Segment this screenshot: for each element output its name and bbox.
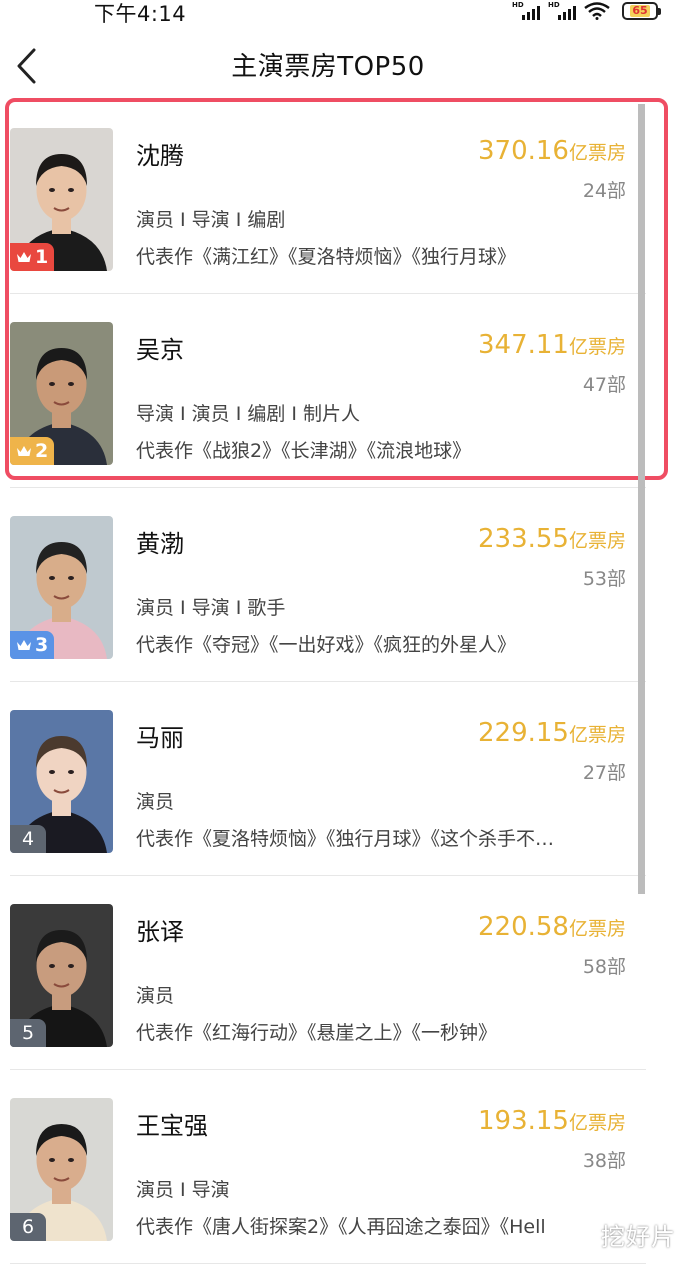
actor-roles: 演员 bbox=[136, 985, 175, 1007]
representative-works: 代表作《唐人街探案2》《人再囧途之泰囧》《Hell bbox=[136, 1216, 546, 1238]
status-icons: HD HD 65 bbox=[512, 1, 661, 20]
actor-avatar[interactable]: 1 bbox=[10, 128, 113, 271]
rank-badge: 5 bbox=[10, 1019, 46, 1047]
signal-icon: HD bbox=[548, 1, 576, 20]
actor-row[interactable]: 4 马丽 229.15亿票房 27部演员代表作《夏洛特烦恼》《独行月球》《这个杀手不… bbox=[10, 682, 646, 876]
actor-name: 马丽 bbox=[136, 724, 184, 752]
actor-row[interactable]: 6 王宝强 193.15亿票房 38部演员 I 导演代表作《唐人街探案2》《人再囧途之… bbox=[10, 1070, 646, 1264]
rank-number: 6 bbox=[21, 1216, 35, 1238]
actor-row[interactable]: 5 张译 220.58亿票房 58部演员代表作《红海行动》《悬崖之上》《一秒钟》 bbox=[10, 876, 646, 1070]
box-office-value: 233.55 bbox=[478, 524, 569, 554]
watermark: 挖好片 bbox=[601, 1223, 676, 1251]
actor-row[interactable]: 2 吴京 347.11亿票房 47部导演 I 演员 I 编剧 I 制片人代表作《战狼2… bbox=[10, 294, 646, 488]
actor-avatar[interactable]: 6 bbox=[10, 1098, 113, 1241]
crown-icon bbox=[17, 251, 31, 262]
box-office-unit: 亿票房 bbox=[568, 336, 626, 358]
scrollbar[interactable] bbox=[638, 104, 645, 894]
status-bar: 下午4:14 HD HD 65 bbox=[0, 0, 686, 26]
box-office: 220.58亿票房 bbox=[478, 912, 626, 942]
representative-works: 代表作《满江红》《夏洛特烦恼》《独行月球》 bbox=[136, 246, 517, 268]
page-title: 主演票房TOP50 bbox=[231, 52, 425, 82]
box-office-unit: 亿票房 bbox=[568, 530, 626, 552]
box-office: 229.15亿票房 bbox=[478, 718, 626, 748]
rank-badge: 2 bbox=[10, 437, 55, 465]
rank-number: 1 bbox=[35, 246, 49, 268]
film-count: 38部 bbox=[582, 1150, 626, 1172]
actor-name: 张译 bbox=[136, 918, 184, 946]
actor-name: 吴京 bbox=[136, 336, 184, 364]
battery-icon: 65 bbox=[622, 2, 661, 20]
film-count: 47部 bbox=[582, 374, 626, 396]
actor-avatar[interactable]: 3 bbox=[10, 516, 113, 659]
actor-roles: 演员 I 导演 I 歌手 bbox=[136, 597, 286, 619]
rank-number: 5 bbox=[21, 1022, 35, 1044]
film-count: 27部 bbox=[582, 762, 626, 784]
actor-row[interactable]: 1 沈腾 370.16亿票房 24部演员 I 导演 I 编剧代表作《满江红》《夏洛特烦… bbox=[10, 100, 646, 294]
battery-level: 65 bbox=[630, 4, 650, 17]
box-office: 347.11亿票房 bbox=[478, 330, 626, 360]
actor-row[interactable]: 3 黄渤 233.55亿票房 53部演员 I 导演 I 歌手代表作《夺冠》《一出好戏》… bbox=[10, 488, 646, 682]
rank-number: 4 bbox=[21, 828, 35, 850]
status-time: 下午4:14 bbox=[94, 2, 187, 26]
actor-roles: 演员 I 导演 I 编剧 bbox=[136, 209, 286, 231]
actor-name: 黄渤 bbox=[136, 530, 184, 558]
actor-name: 王宝强 bbox=[136, 1112, 208, 1140]
rank-badge: 6 bbox=[10, 1213, 46, 1241]
actor-avatar[interactable]: 4 bbox=[10, 710, 113, 853]
box-office: 233.55亿票房 bbox=[478, 524, 626, 554]
box-office: 370.16亿票房 bbox=[478, 136, 626, 166]
signal-icon: HD bbox=[512, 1, 540, 20]
rank-number: 2 bbox=[35, 440, 49, 462]
representative-works: 代表作《红海行动》《悬崖之上》《一秒钟》 bbox=[136, 1022, 498, 1044]
representative-works: 代表作《战狼2》《长津湖》《流浪地球》 bbox=[136, 440, 472, 462]
box-office-value: 220.58 bbox=[478, 912, 569, 942]
rank-badge: 3 bbox=[10, 631, 55, 659]
film-count: 53部 bbox=[582, 568, 626, 590]
actor-roles: 导演 I 演员 I 编剧 I 制片人 bbox=[136, 403, 361, 425]
box-office-unit: 亿票房 bbox=[568, 1112, 626, 1134]
ranking-list: 1 沈腾 370.16亿票房 24部 演员 I 导演 I 编剧 代表作《满江红》《夏洛特烦… bbox=[10, 100, 646, 1264]
actor-name: 沈腾 bbox=[136, 142, 184, 170]
rank-badge: 1 bbox=[10, 243, 55, 271]
rank-badge: 4 bbox=[10, 825, 46, 853]
crown-icon bbox=[17, 445, 31, 456]
rank-number: 3 bbox=[35, 634, 49, 656]
box-office-unit: 亿票房 bbox=[568, 724, 626, 746]
box-office: 193.15亿票房 bbox=[478, 1106, 626, 1136]
box-office-unit: 亿票房 bbox=[568, 142, 626, 164]
actor-roles: 演员 bbox=[136, 791, 175, 813]
actor-avatar[interactable]: 5 bbox=[10, 904, 113, 1047]
crown-icon bbox=[17, 639, 31, 650]
representative-works: 代表作《夏洛特烦恼》《独行月球》《这个杀手不… bbox=[136, 828, 555, 850]
box-office-value: 193.15 bbox=[478, 1106, 569, 1136]
nav-bar: 主演票房TOP50 bbox=[0, 38, 686, 92]
film-count: 58部 bbox=[582, 956, 626, 978]
actor-roles: 演员 I 导演 bbox=[136, 1179, 230, 1201]
box-office-value: 370.16 bbox=[478, 136, 569, 166]
wifi-icon bbox=[584, 2, 610, 20]
box-office-value: 229.15 bbox=[478, 718, 569, 748]
box-office-value: 347.11 bbox=[478, 330, 569, 360]
representative-works: 代表作《夺冠》《一出好戏》《疯狂的外星人》 bbox=[136, 634, 517, 656]
film-count: 24部 bbox=[582, 180, 626, 202]
box-office-unit: 亿票房 bbox=[568, 918, 626, 940]
actor-avatar[interactable]: 2 bbox=[10, 322, 113, 465]
